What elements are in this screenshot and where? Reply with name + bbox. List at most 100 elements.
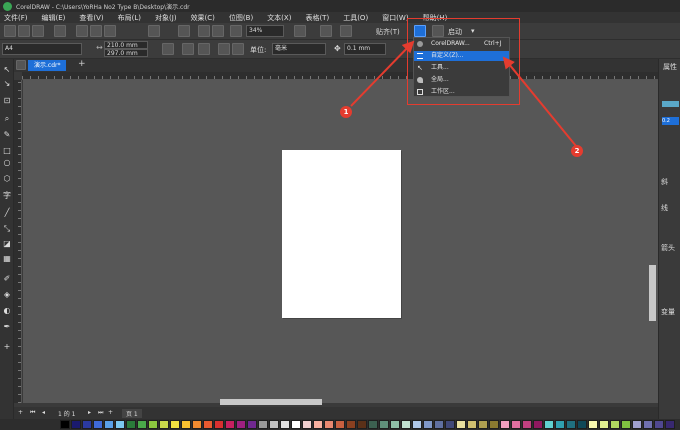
menu-file[interactable]: 文件(F) <box>4 13 28 23</box>
transparency-tool-icon[interactable]: ▦ <box>3 255 11 263</box>
all-pages-icon[interactable] <box>218 43 230 55</box>
first-page-icon[interactable]: ⏮ <box>30 409 35 417</box>
text-tool-icon[interactable]: 字 <box>3 192 11 200</box>
color-swatch[interactable] <box>126 420 136 429</box>
connector-tool-icon[interactable]: ⤡ <box>3 225 11 233</box>
color-swatch[interactable] <box>170 420 180 429</box>
color-swatch[interactable] <box>544 420 554 429</box>
lock-ratio-icon[interactable] <box>162 43 174 55</box>
document-page[interactable] <box>282 150 401 318</box>
color-swatch[interactable] <box>258 420 268 429</box>
color-swatch[interactable] <box>500 420 510 429</box>
page-width-field[interactable]: 210.0 mm <box>104 41 148 49</box>
parallel-dimension-icon[interactable]: ╱ <box>3 209 11 217</box>
color-swatch[interactable] <box>555 420 565 429</box>
rectangle-tool-icon[interactable]: □ <box>3 147 11 155</box>
eyedropper-tool-icon[interactable]: ✐ <box>3 275 11 283</box>
color-swatch[interactable] <box>390 420 400 429</box>
horizontal-scrollbar[interactable] <box>220 399 322 405</box>
menu-text[interactable]: 文本(X) <box>267 13 291 23</box>
pick-tool-icon[interactable]: ↖ <box>3 66 11 74</box>
units-select[interactable]: 毫米 <box>272 43 326 55</box>
color-swatch[interactable] <box>599 420 609 429</box>
color-swatch[interactable] <box>203 420 213 429</box>
tab-page-1[interactable]: 页 1 <box>122 409 142 418</box>
color-swatch[interactable] <box>511 420 521 429</box>
page-height-field[interactable]: 297.0 mm <box>104 49 148 57</box>
color-swatch[interactable] <box>643 420 653 429</box>
color-swatch[interactable] <box>137 420 147 429</box>
home-tab-icon[interactable] <box>16 60 26 70</box>
color-swatch[interactable] <box>291 420 301 429</box>
color-swatch[interactable] <box>632 420 642 429</box>
color-swatch[interactable] <box>148 420 158 429</box>
color-swatch[interactable] <box>423 420 433 429</box>
color-swatch[interactable] <box>654 420 664 429</box>
menu-view[interactable]: 查看(V) <box>79 13 103 23</box>
color-swatch[interactable] <box>247 420 257 429</box>
color-swatch[interactable] <box>379 420 389 429</box>
menu-item-tools[interactable]: ↖ 工具... <box>414 63 509 73</box>
color-swatch[interactable] <box>467 420 477 429</box>
menu-edit[interactable]: 编辑(E) <box>42 13 66 23</box>
show-grid-icon[interactable] <box>340 25 352 37</box>
add-page-before-button[interactable]: + <box>18 409 23 416</box>
crop-tool-icon[interactable]: ⊡ <box>3 97 11 105</box>
previous-page-icon[interactable]: ◂ <box>42 409 45 416</box>
color-swatch[interactable] <box>181 420 191 429</box>
color-swatch[interactable] <box>665 420 675 429</box>
color-swatch[interactable] <box>93 420 103 429</box>
menu-tools[interactable]: 工具(O) <box>343 13 368 23</box>
color-swatch[interactable] <box>357 420 367 429</box>
show-rulers-icon[interactable] <box>320 25 332 37</box>
menu-layout[interactable]: 布局(L) <box>118 13 141 23</box>
color-swatch[interactable] <box>225 420 235 429</box>
snap-to-dropdown[interactable]: 贴齐(T) <box>376 27 400 37</box>
new-document-icon[interactable] <box>4 25 16 37</box>
color-swatch[interactable] <box>313 420 323 429</box>
color-swatch[interactable] <box>445 420 455 429</box>
publish-pdf-icon[interactable] <box>230 25 242 37</box>
smart-fill-icon[interactable]: ◐ <box>3 307 11 315</box>
copy-icon[interactable] <box>90 25 102 37</box>
polygon-tool-icon[interactable]: ⬡ <box>3 175 11 183</box>
drop-shadow-tool-icon[interactable]: ◪ <box>3 240 11 248</box>
open-icon[interactable] <box>18 25 30 37</box>
shape-tool-icon[interactable]: ↘ <box>3 80 11 88</box>
docker-width-field[interactable]: 0.2 mm <box>662 117 679 125</box>
export-icon[interactable] <box>212 25 224 37</box>
landscape-icon[interactable] <box>198 43 210 55</box>
zoom-tool-icon[interactable]: ⌕ <box>3 115 11 123</box>
color-swatch[interactable] <box>192 420 202 429</box>
menu-window[interactable]: 窗口(W) <box>382 13 408 23</box>
menu-item-global[interactable]: 全局... <box>414 75 509 85</box>
color-swatch[interactable] <box>610 420 620 429</box>
color-swatch[interactable] <box>280 420 290 429</box>
color-swatch[interactable] <box>60 420 70 429</box>
current-page-icon[interactable] <box>232 43 244 55</box>
undo-icon[interactable] <box>148 25 160 37</box>
color-swatch[interactable] <box>159 420 169 429</box>
color-swatch[interactable] <box>82 420 92 429</box>
print-icon[interactable] <box>54 25 66 37</box>
full-screen-icon[interactable] <box>294 25 306 37</box>
color-swatch[interactable] <box>566 420 576 429</box>
color-swatch[interactable] <box>456 420 466 429</box>
interactive-fill-icon[interactable]: ◈ <box>3 291 11 299</box>
cut-icon[interactable] <box>76 25 88 37</box>
tab-document[interactable]: 演示.cdr* <box>28 60 67 71</box>
menu-table[interactable]: 表格(T) <box>305 13 329 23</box>
ellipse-tool-icon[interactable]: ○ <box>3 159 11 167</box>
color-swatch[interactable] <box>335 420 345 429</box>
color-swatch[interactable] <box>478 420 488 429</box>
next-page-icon[interactable]: ▸ <box>88 409 91 416</box>
color-swatch[interactable] <box>104 420 114 429</box>
horizontal-ruler[interactable] <box>22 72 658 80</box>
color-swatch[interactable] <box>302 420 312 429</box>
color-swatch[interactable] <box>577 420 587 429</box>
color-swatch[interactable] <box>434 420 444 429</box>
new-tab-button[interactable]: + <box>78 59 86 69</box>
add-page-after-button[interactable]: + <box>108 409 113 416</box>
vertical-scrollbar[interactable] <box>649 265 656 321</box>
color-swatch[interactable] <box>214 420 224 429</box>
